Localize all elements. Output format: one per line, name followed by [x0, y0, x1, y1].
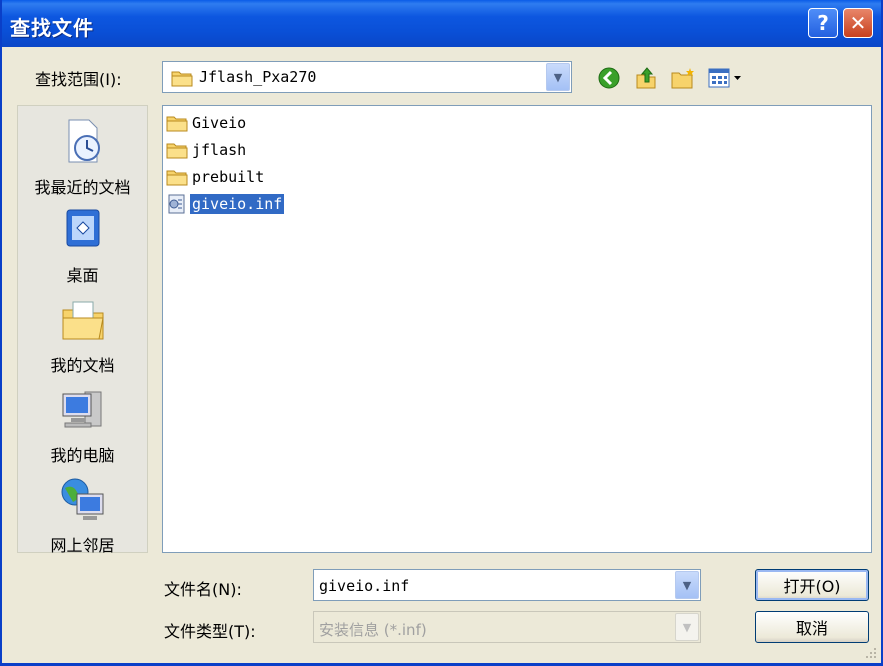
chevron-down-icon: ▼ [682, 620, 692, 634]
chevron-down-icon: ▼ [682, 578, 692, 592]
back-button[interactable] [595, 64, 623, 92]
filename-label: 文件名(N): [164, 580, 242, 599]
lookin-combo[interactable]: Jflash_Pxa270 ▼ [162, 61, 572, 93]
chevron-down-icon: ▼ [553, 70, 563, 84]
folder-icon [171, 71, 193, 87]
title-bar[interactable]: 查找文件 ? ✕ [2, 0, 881, 47]
file-name: prebuilt [192, 167, 265, 186]
my-computer-icon [62, 391, 101, 428]
filetype-label: 文件类型(T): [164, 622, 256, 641]
place-label: 我的电脑 [50, 446, 115, 465]
filetype-dropdown-button: ▼ [675, 613, 699, 641]
list-item-giveio-folder[interactable]: Giveio [166, 110, 248, 135]
place-label: 网上邻居 [50, 536, 115, 555]
place-label: 桌面 [66, 266, 99, 285]
lookin-value: Jflash_Pxa270 [199, 68, 317, 86]
file-name: Giveio [192, 113, 247, 132]
help-icon: ? [817, 11, 829, 35]
folder-icon [166, 143, 188, 158]
resize-grip-icon[interactable] [865, 647, 877, 659]
filetype-value: 安装信息 (*.inf) [319, 621, 427, 639]
open-button[interactable]: 打开(O) [755, 569, 869, 601]
folder-icon [166, 116, 188, 131]
filename-input[interactable]: giveio.inf [319, 577, 409, 595]
new-folder-button[interactable] [669, 64, 697, 92]
place-network[interactable]: 网上邻居 [18, 476, 147, 556]
setup-file-icon [168, 194, 185, 213]
view-menu-icon [708, 68, 741, 88]
place-my-computer[interactable]: 我的电脑 [18, 386, 147, 466]
find-file-dialog: 查找文件 ? ✕ 查找范围(I): Jflash_Pxa270 ▼ 我最近的文档… [0, 0, 883, 666]
my-documents-icon [62, 301, 104, 340]
file-name: jflash [192, 140, 247, 159]
up-folder-button[interactable] [632, 64, 660, 92]
list-item-giveio-inf[interactable]: giveio.inf [166, 191, 286, 216]
network-places-icon [61, 478, 103, 520]
folder-icon [166, 170, 188, 185]
place-desktop[interactable]: 桌面 [18, 206, 147, 286]
place-label: 我最近的文档 [34, 178, 131, 197]
filename-combo[interactable]: giveio.inf ▼ [313, 569, 701, 601]
close-button[interactable]: ✕ [843, 8, 873, 38]
lookin-label: 查找范围(I): [35, 70, 122, 89]
close-icon: ✕ [849, 11, 867, 35]
places-bar: 我最近的文档 桌面 我的文档 我的电脑 网上邻居 [17, 105, 148, 556]
file-list[interactable]: Giveio jflash prebuilt giveio.inf [162, 105, 872, 553]
help-button[interactable]: ? [808, 8, 838, 38]
up-folder-icon [636, 67, 656, 89]
recent-documents-icon [68, 119, 100, 163]
back-arrow-icon [598, 67, 620, 89]
cancel-button[interactable]: 取消 [755, 611, 869, 643]
window-title: 查找文件 [10, 16, 94, 40]
lookin-dropdown-button[interactable]: ▼ [546, 63, 570, 91]
desktop-icon [66, 209, 99, 247]
place-label: 我的文档 [50, 356, 115, 375]
place-recent-documents[interactable]: 我最近的文档 [18, 118, 147, 198]
view-menu-button[interactable] [706, 64, 744, 92]
place-my-documents[interactable]: 我的文档 [18, 296, 147, 376]
file-name: giveio.inf [188, 192, 286, 215]
filetype-combo: 安装信息 (*.inf) ▼ [313, 611, 701, 643]
list-item-jflash-folder[interactable]: jflash [166, 137, 248, 162]
list-item-prebuilt-folder[interactable]: prebuilt [166, 164, 266, 189]
filename-dropdown-button[interactable]: ▼ [675, 571, 699, 599]
new-folder-icon [671, 68, 694, 89]
